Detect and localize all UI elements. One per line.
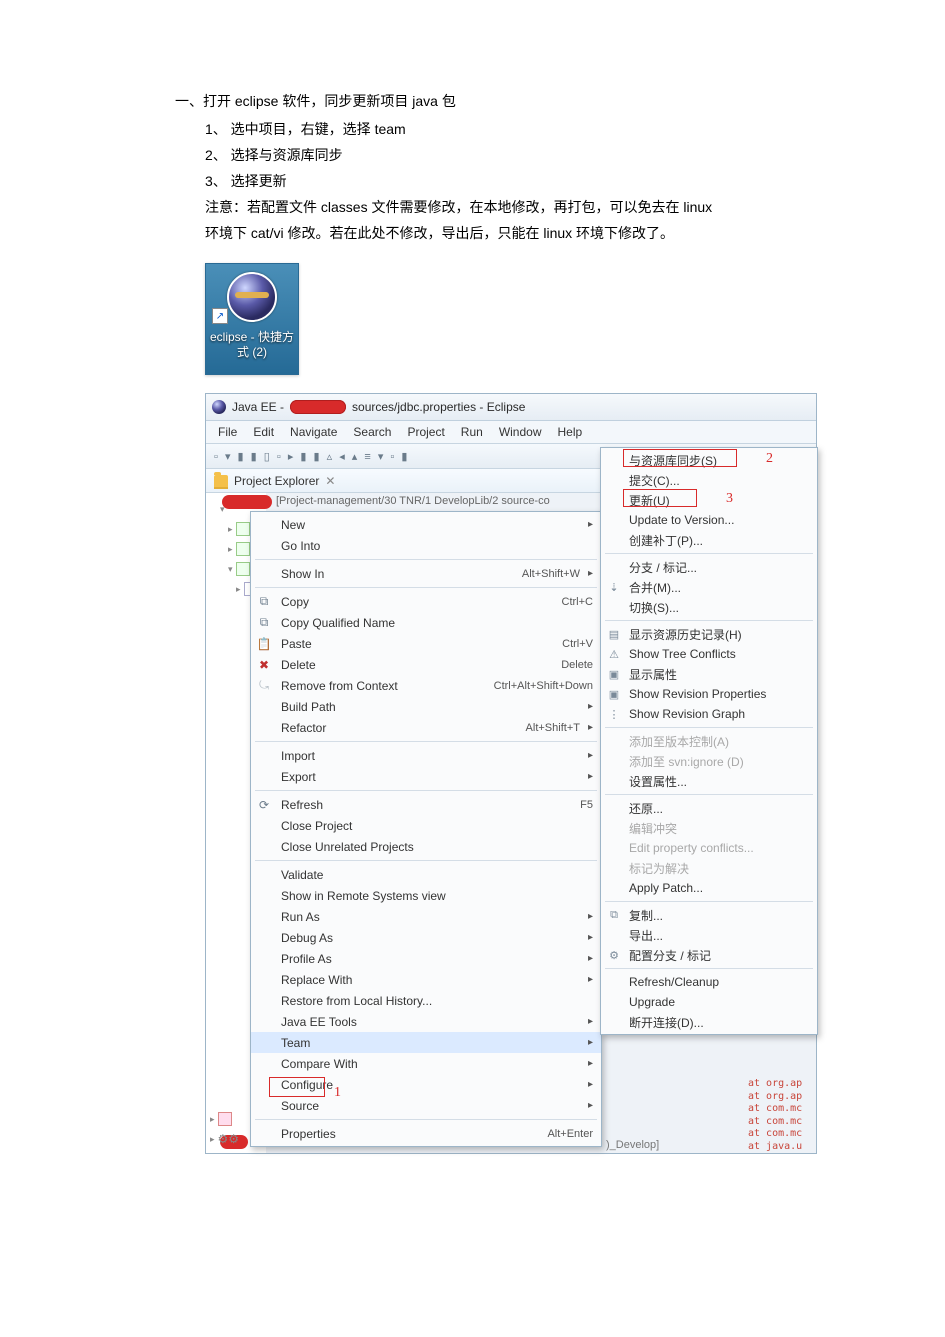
ctx-export[interactable]: Export▸ [251,766,601,787]
ctx-delete[interactable]: ✖DeleteDelete [251,654,601,675]
ctx-copy[interactable]: ⧉CopyCtrl+C [251,591,601,612]
team-与资源库同步-S-[interactable]: 与资源库同步(S) [601,450,817,470]
menu-help[interactable]: Help [552,423,589,441]
ctx-paste[interactable]: 📋PasteCtrl+V [251,633,601,654]
title-prefix: Java EE - [232,400,284,414]
ctx-refactor[interactable]: RefactorAlt+Shift+T▸ [251,717,601,738]
ctx-remove-from-context[interactable]: ⤿Remove from ContextCtrl+Alt+Shift+Down [251,675,601,696]
team-配置分支-标记[interactable]: ⚙配置分支 / 标记 [601,945,817,965]
team-Refresh-Cleanup[interactable]: Refresh/Cleanup [601,972,817,992]
shortcut-label: eclipse - 快捷方式 (2) [206,330,298,359]
team-Show-Revision-Properties[interactable]: ▣Show Revision Properties [601,684,817,704]
redacted-path-scribble [290,400,346,414]
team-编辑冲突: 编辑冲突 [601,818,817,838]
ctx-validate[interactable]: Validate [251,864,601,885]
team-提交-C-[interactable]: 提交(C)... [601,470,817,490]
redacted-project-scribble [222,495,272,509]
ctx-restore-from-local-history-[interactable]: Restore from Local History... [251,990,601,1011]
ctx-java-ee-tools[interactable]: Java EE Tools▸ [251,1011,601,1032]
step-2: 2、 选择与资源库同步 [205,144,875,168]
ctx-configure[interactable]: Configure▸ [251,1074,601,1095]
team-添加至-svn-ignore-D-: 添加至 svn:ignore (D) [601,751,817,771]
eclipse-window: Java EE - sources/jdbc.properties - Ecli… [205,393,817,1154]
note-line-2: 环境下 cat/vi 修改。若在此处不修改，导出后，只能在 linux 环境下修… [205,222,875,246]
team-更新-U-[interactable]: 更新(U) [601,490,817,510]
team-复制-[interactable]: ⧉复制... [601,905,817,925]
menu-search[interactable]: Search [347,423,397,441]
eclipse-app-icon [212,400,226,414]
team-显示属性[interactable]: ▣显示属性 [601,664,817,684]
team-Show-Revision-Graph[interactable]: ⋮Show Revision Graph [601,704,817,724]
team-Apply-Patch-[interactable]: Apply Patch... [601,878,817,898]
ctx-team[interactable]: Team▸ [251,1032,601,1053]
team-标记为解决: 标记为解决 [601,858,817,878]
ctx-replace-with[interactable]: Replace With▸ [251,969,601,990]
menu-file[interactable]: File [212,423,243,441]
titlebar: Java EE - sources/jdbc.properties - Ecli… [206,394,816,421]
team-Upgrade[interactable]: Upgrade [601,992,817,1012]
menubar: File Edit Navigate Search Project Run Wi… [206,421,816,444]
menu-edit[interactable]: Edit [247,423,280,441]
team-合并-M-[interactable]: ⇣合并(M)... [601,577,817,597]
title-suffix: sources/jdbc.properties - Eclipse [352,400,525,414]
ctx-debug-as[interactable]: Debug As▸ [251,927,601,948]
shortcut-overlay-icon: ↗ [212,308,228,324]
team-导出-[interactable]: 导出... [601,925,817,945]
ctx-show-in-remote-systems-view[interactable]: Show in Remote Systems view [251,885,601,906]
eclipse-icon [227,272,277,322]
team-还原-[interactable]: 还原... [601,798,817,818]
step-3: 3、 选择更新 [205,170,875,194]
team-Show-Tree-Conflicts[interactable]: ⚠Show Tree Conflicts [601,644,817,664]
ctx-properties[interactable]: PropertiesAlt+Enter [251,1123,601,1144]
team-submenu: 与资源库同步(S)提交(C)...更新(U)Update to Version.… [600,447,818,1035]
ctx-profile-as[interactable]: Profile As▸ [251,948,601,969]
stacktrace-snippet: at org.apat org.apat com.mcat com.mcat c… [748,1078,818,1153]
project-explorer-title: Project Explorer [234,474,319,488]
ctx-run-as[interactable]: Run As▸ [251,906,601,927]
ctx-refresh[interactable]: ⟳RefreshF5 [251,794,601,815]
context-menu: New▸Go Into Show InAlt+Shift+W▸ ⧉CopyCtrl+… [250,511,602,1147]
menu-project[interactable]: Project [401,423,450,441]
eclipse-shortcut[interactable]: ↗ eclipse - 快捷方式 (2) [205,263,299,375]
ctx-close-project[interactable]: Close Project [251,815,601,836]
team-Update-to-Version-[interactable]: Update to Version... [601,510,817,530]
ctx-compare-with[interactable]: Compare With▸ [251,1053,601,1074]
menu-navigate[interactable]: Navigate [284,423,343,441]
ctx-new[interactable]: New▸ [251,514,601,535]
folder-icon [214,475,228,487]
menu-window[interactable]: Window [493,423,548,441]
step-1: 1、 选中项目，右键，选择 team [205,118,875,142]
team-添加至版本控制-A-: 添加至版本控制(A) [601,731,817,751]
team-设置属性-[interactable]: 设置属性... [601,771,817,791]
ctx-show-in[interactable]: Show InAlt+Shift+W▸ [251,563,601,584]
ctx-build-path[interactable]: Build Path▸ [251,696,601,717]
team-Edit-property-conflicts-: Edit property conflicts... [601,838,817,858]
team-切换-S-[interactable]: 切换(S)... [601,597,817,617]
ctx-close-unrelated-projects[interactable]: Close Unrelated Projects [251,836,601,857]
ctx-source[interactable]: Source▸ [251,1095,601,1116]
ctx-go-into[interactable]: Go Into [251,535,601,556]
team-显示资源历史记录-H-[interactable]: ▤显示资源历史记录(H) [601,624,817,644]
tree-path-text: [Project-management/30 TNR/1 DevelopLib/… [276,495,606,507]
ctx-copy-qualified-name[interactable]: ⧉Copy Qualified Name [251,612,601,633]
develop-tag: )_Develop] [606,1139,659,1151]
menu-run[interactable]: Run [455,423,489,441]
team-创建补丁-P-[interactable]: 创建补丁(P)... [601,530,817,550]
ctx-import[interactable]: Import▸ [251,745,601,766]
view-close-icon[interactable]: ✕ [325,474,335,488]
steps-list: 1、 选中项目，右键，选择 team 2、 选择与资源库同步 3、 选择更新 注… [175,118,875,245]
note-line-1: 注意：若配置文件 classes 文件需要修改，在本地修改，再打包，可以免去在 … [205,196,875,220]
team-断开连接-D-[interactable]: 断开连接(D)... [601,1012,817,1032]
section-heading: 一、打开 eclipse 软件，同步更新项目 java 包 [175,90,875,112]
team-分支-标记-[interactable]: 分支 / 标记... [601,557,817,577]
